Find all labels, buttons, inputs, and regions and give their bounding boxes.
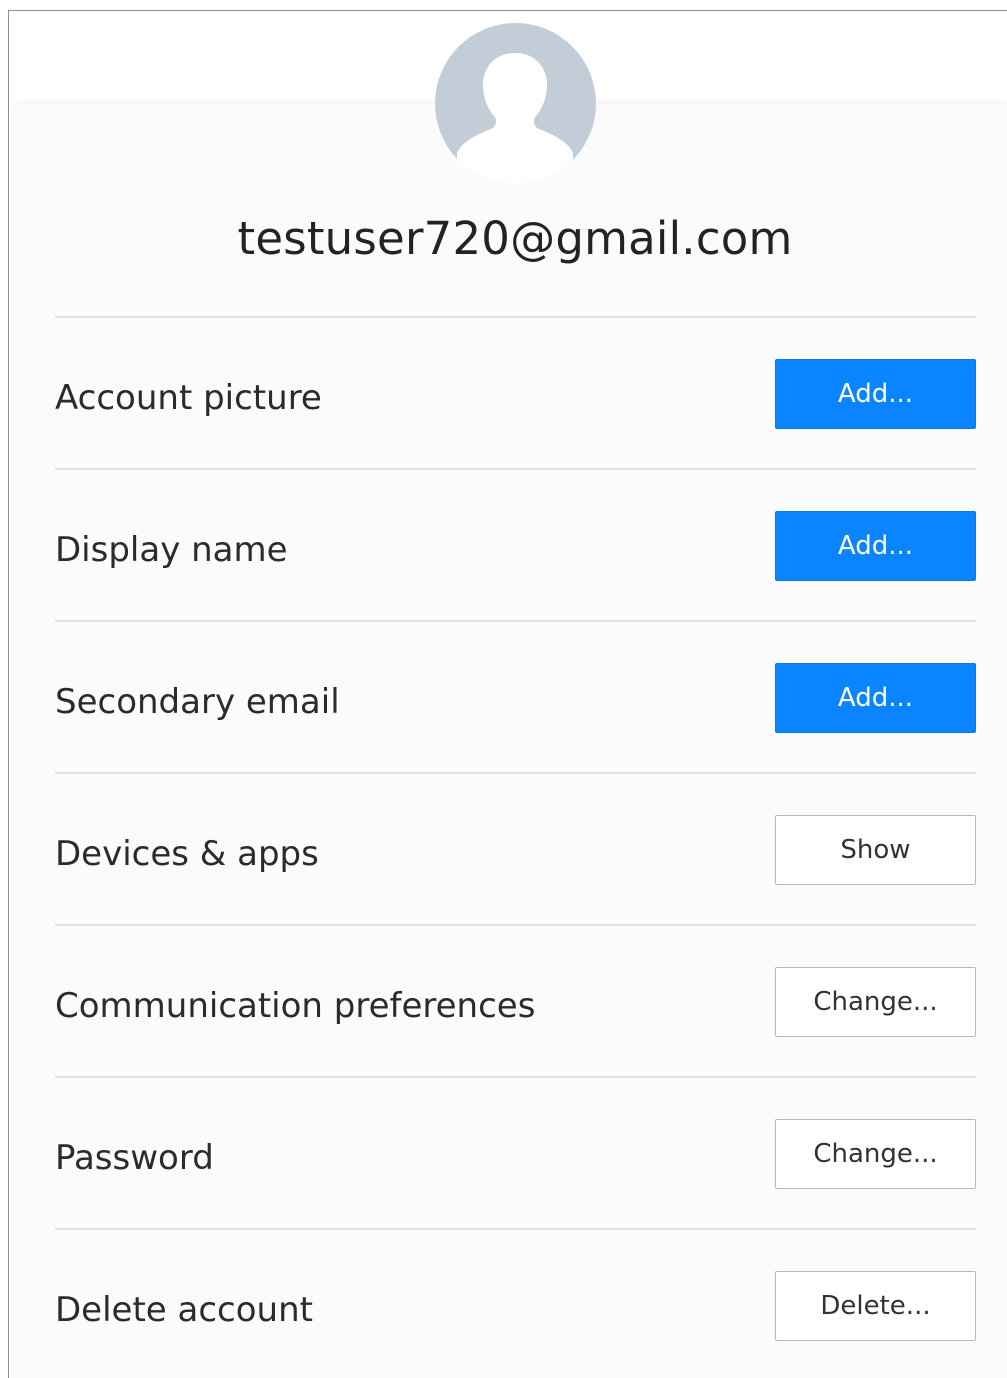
divider (55, 316, 976, 318)
display-name-label: Display name (55, 530, 288, 570)
divider (55, 772, 976, 774)
communication-preferences-label: Communication preferences (55, 986, 536, 1026)
account-email: testuser720@gmail.com (237, 212, 793, 265)
show-devices-button[interactable]: Show (775, 815, 976, 885)
add-account-picture-button[interactable]: Add... (775, 359, 976, 429)
delete-account-label: Delete account (55, 1290, 313, 1330)
divider (55, 620, 976, 622)
delete-account-button[interactable]: Delete... (775, 1271, 976, 1341)
add-display-name-button[interactable]: Add... (775, 511, 976, 581)
change-password-button[interactable]: Change... (775, 1119, 976, 1189)
secondary-email-label: Secondary email (55, 682, 340, 722)
divider (55, 1076, 976, 1078)
divider (55, 924, 976, 926)
password-label: Password (55, 1138, 214, 1178)
avatar-icon[interactable] (435, 23, 596, 184)
devices-apps-label: Devices & apps (55, 834, 319, 874)
change-communication-preferences-button[interactable]: Change... (775, 967, 976, 1037)
divider (55, 1228, 976, 1230)
account-picture-label: Account picture (55, 378, 322, 418)
add-secondary-email-button[interactable]: Add... (775, 663, 976, 733)
person-silhouette-icon (457, 53, 573, 184)
divider (55, 468, 976, 470)
